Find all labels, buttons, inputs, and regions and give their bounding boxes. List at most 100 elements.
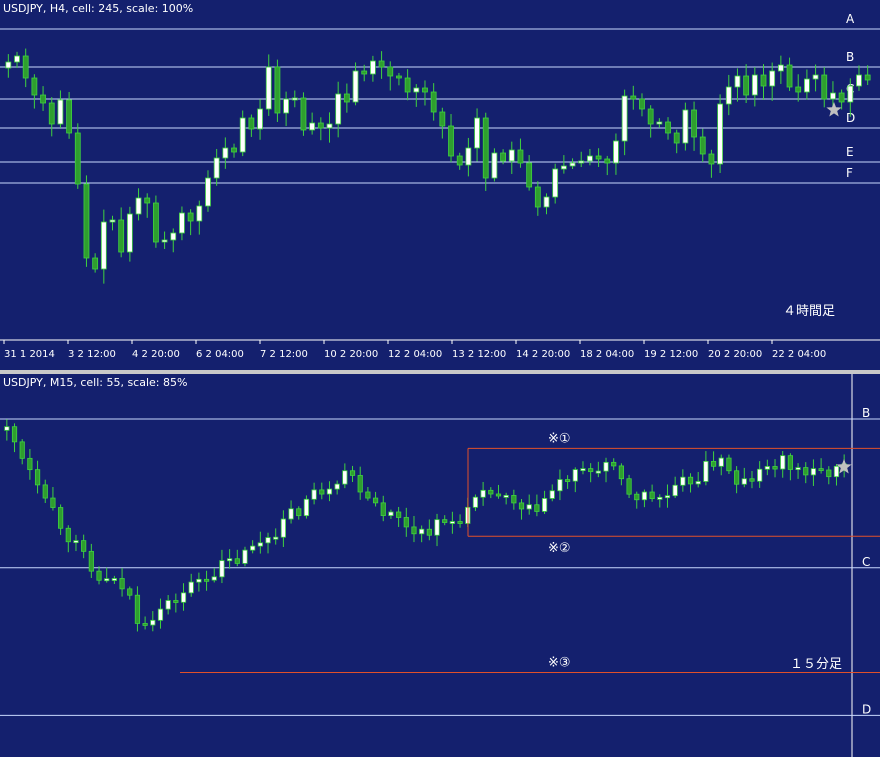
m15-candle-body xyxy=(357,475,363,493)
h4-candle-body xyxy=(187,212,194,222)
m15-candle-body xyxy=(757,468,763,482)
h4-candle-body xyxy=(777,64,784,72)
m15-candle-body xyxy=(526,504,532,510)
h4-x-tick-label: 19 2 12:00 xyxy=(644,349,698,360)
h4-candle-body xyxy=(57,99,64,125)
h4-candle-body xyxy=(804,78,810,93)
h4-candle-body xyxy=(795,86,802,93)
m15-candle-body xyxy=(595,470,601,474)
m15-timeframe-label: １５分足 xyxy=(790,657,843,672)
h4-x-tick-label: 14 2 20:00 xyxy=(516,349,570,360)
h4-candle-body xyxy=(118,219,125,253)
m15-candle-body xyxy=(257,542,263,547)
h4-candle-body xyxy=(543,196,550,208)
m15-candle-body xyxy=(411,526,417,535)
h4-candle-body xyxy=(378,60,385,68)
h4-chart-panel[interactable]: USDJPY, H4, cell: 245, scale: 100% ABCDE… xyxy=(0,0,880,370)
m15-candle-body xyxy=(188,581,194,594)
h4-x-tick-label: 20 2 20:00 xyxy=(708,349,762,360)
m15-candle-body xyxy=(780,455,786,470)
m15-candle-body xyxy=(833,465,840,478)
m15-candle-body xyxy=(280,518,286,538)
h4-candle-body xyxy=(508,149,515,162)
h4-candle-body xyxy=(144,197,151,204)
m15-candle-body xyxy=(618,465,624,480)
m15-candle-body xyxy=(434,519,440,536)
h4-candle-body xyxy=(239,117,246,153)
m15-candle-body xyxy=(710,460,717,467)
m15-chart-svg[interactable]: B C D ※① ※② ※③ xyxy=(0,374,880,757)
m15-candle-body xyxy=(672,484,678,497)
m15-candle-body xyxy=(495,493,502,497)
m15-candle-body xyxy=(196,578,202,583)
m15-candle-body xyxy=(134,594,141,624)
h4-candle-body xyxy=(83,183,90,259)
h4-candle-body xyxy=(760,74,767,87)
level-label-f: F xyxy=(846,166,853,180)
m15-candle-body xyxy=(634,493,640,501)
h4-x-tick-label: 6 2 04:00 xyxy=(196,349,244,360)
m15-candle-body xyxy=(534,504,540,512)
h4-candle-body xyxy=(517,149,524,164)
m15-candle-body xyxy=(472,496,479,508)
h4-candle-body xyxy=(22,55,29,79)
m15-candle-body xyxy=(342,470,348,485)
h4-candle-body xyxy=(257,108,263,130)
h4-candle-body xyxy=(639,98,645,110)
m15-candle-body xyxy=(557,479,563,492)
m15-candle-body xyxy=(219,560,225,578)
h4-candle-body xyxy=(847,85,854,103)
annotation-3: ※③ xyxy=(548,656,571,671)
m15-candle-body xyxy=(657,496,663,500)
m15-candle-body xyxy=(265,537,271,544)
h4-candle-body xyxy=(361,70,368,75)
h4-candle-body xyxy=(682,109,689,144)
m15-candle-body xyxy=(65,527,71,543)
m15-candle-body xyxy=(142,623,148,626)
m15-candle-body xyxy=(42,484,48,499)
h4-candle-body xyxy=(248,117,255,130)
h4-candle-body xyxy=(751,74,758,96)
m15-candle-body xyxy=(787,455,793,470)
h4-candle-body xyxy=(864,74,871,81)
m15-candle-body xyxy=(303,498,310,517)
h4-x-tick-label: 10 2 20:00 xyxy=(324,349,378,360)
h4-candle-body xyxy=(170,232,177,241)
h4-x-tick-label: 31 1 2014 xyxy=(4,349,55,360)
h4-candle-body xyxy=(786,64,793,88)
m15-candle-body xyxy=(549,490,555,499)
level-label-e: E xyxy=(846,145,854,159)
m15-candle-body xyxy=(27,457,33,471)
m15-chart-panel[interactable]: USDJPY, M15, cell: 55, scale: 85% B C D ※① ※… xyxy=(0,374,880,757)
level-label-d: D xyxy=(862,702,871,716)
h4-x-tick-label: 13 2 12:00 xyxy=(452,349,506,360)
m15-candle-body xyxy=(388,511,394,516)
level-label-a: A xyxy=(846,12,855,26)
h4-candle-body xyxy=(66,99,72,134)
m15-candle-body xyxy=(119,578,125,590)
m15-candle-body xyxy=(518,502,525,510)
m15-candle-body xyxy=(180,592,187,603)
h4-candle-body xyxy=(734,75,741,88)
h4-candle-body xyxy=(92,257,99,270)
m15-candle-body xyxy=(127,588,133,596)
h4-candle-body xyxy=(300,97,307,131)
level-label-c: C xyxy=(862,555,870,569)
m15-candle-body xyxy=(326,488,333,495)
m15-candle-body xyxy=(503,495,509,498)
h4-candle-body xyxy=(317,122,324,129)
h4-candle-body xyxy=(343,93,350,103)
h4-candle-body xyxy=(205,177,211,207)
h4-candle-body xyxy=(335,93,342,125)
m15-candle-body xyxy=(680,476,686,486)
m15-candle-body xyxy=(396,511,402,518)
m15-candle-body xyxy=(541,498,548,512)
m15-candle-body xyxy=(173,600,179,603)
m15-candle-body xyxy=(288,508,294,520)
h4-x-tick-label: 18 2 04:00 xyxy=(580,349,634,360)
m15-candle-body xyxy=(349,470,356,476)
m15-candle-body xyxy=(11,426,18,443)
h4-candle-body xyxy=(552,168,559,198)
h4-chart-svg[interactable]: ABCDEF31 1 20143 2 12:004 2 20:006 2 04:… xyxy=(0,0,880,370)
h4-candle-body xyxy=(369,60,376,75)
